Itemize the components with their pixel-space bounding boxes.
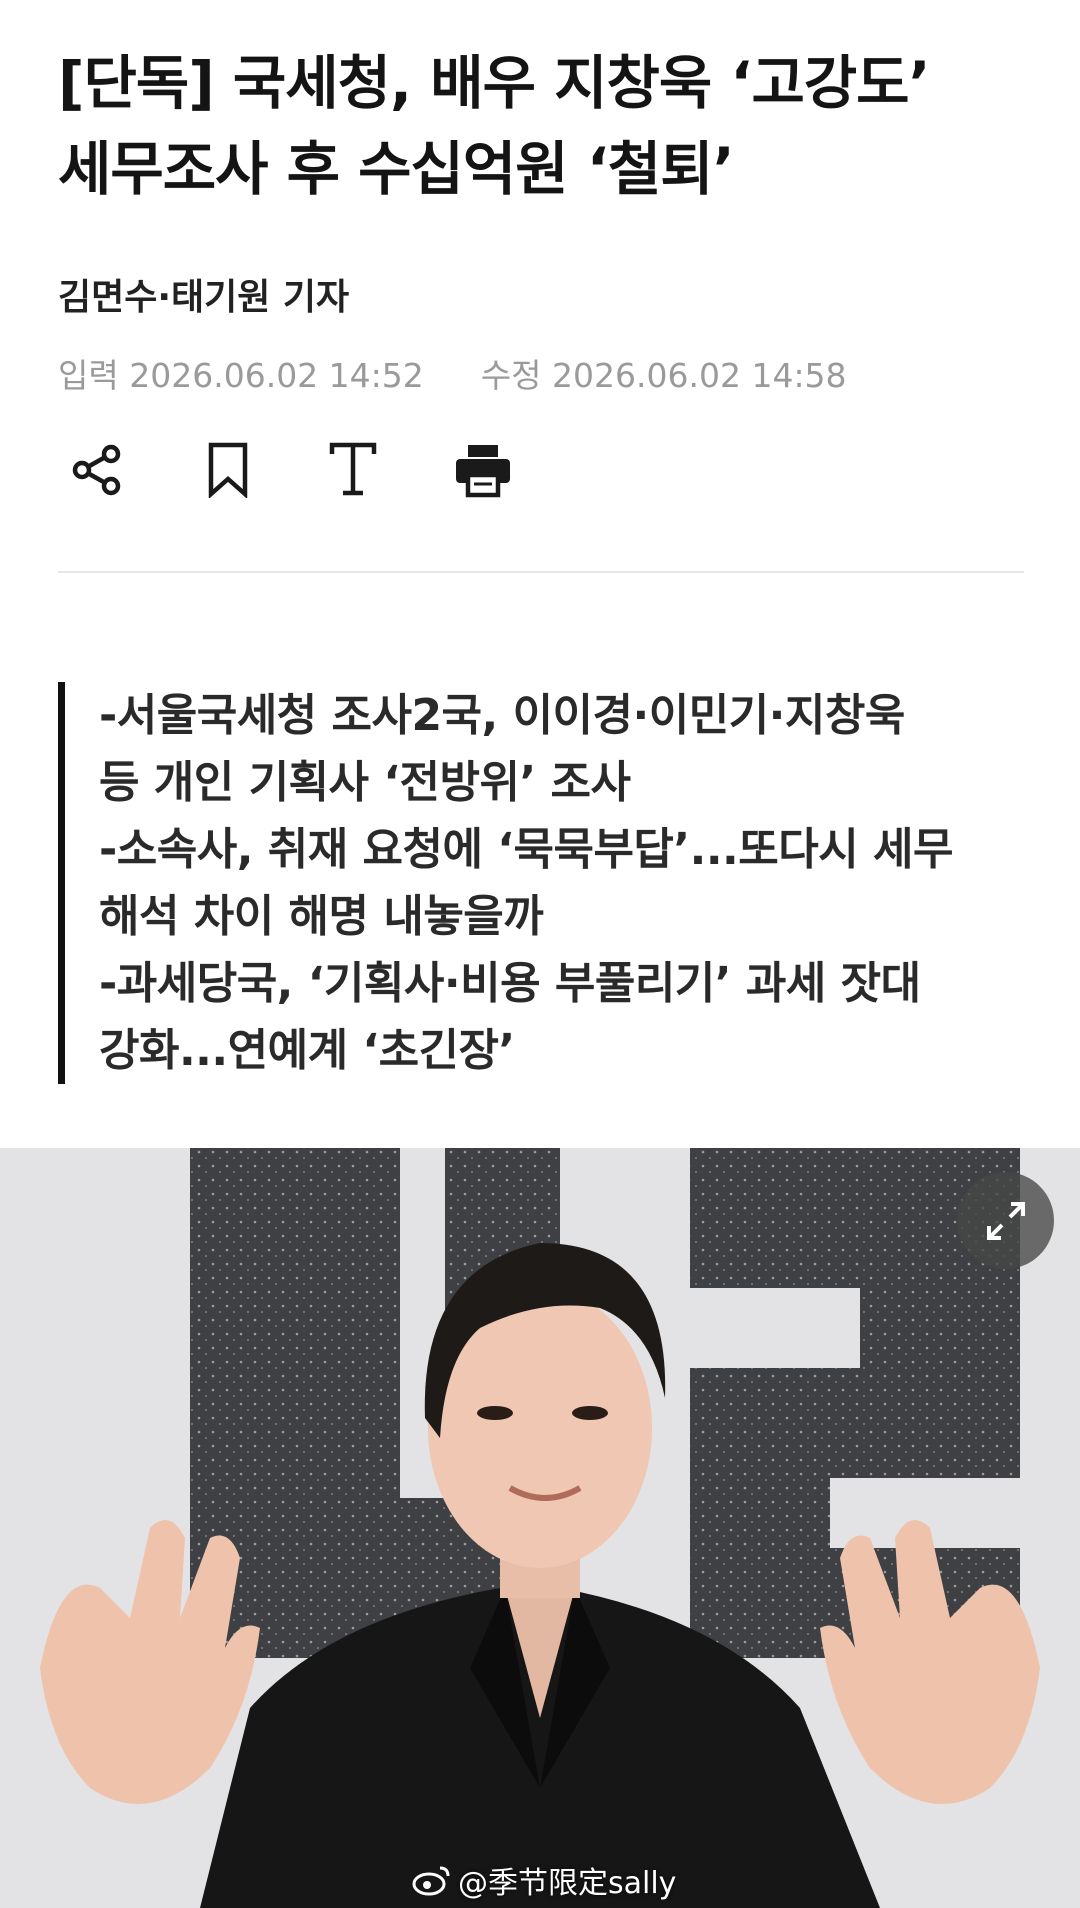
- photo-watermark: @季节限定sally: [412, 1858, 676, 1902]
- summary-line: -소속사, 취재 요청에 ‘묵묵부답’...또다시 세무: [99, 824, 953, 875]
- modified-label: 수정: [480, 356, 542, 395]
- photo-illustration: [0, 1148, 1080, 1908]
- font-size-button[interactable]: [313, 430, 393, 510]
- article-headline: [단독] 국세청, 배우 지창욱 ‘고강도’ 세무조사 후 수십억원 ‘철퇴’: [58, 40, 1048, 212]
- divider: [58, 571, 1024, 573]
- summary-line: 등 개인 기획사 ‘전방위’ 조사: [99, 757, 631, 808]
- bookmark-button[interactable]: [188, 430, 268, 510]
- expand-photo-button[interactable]: [957, 1172, 1054, 1269]
- summary-line: 강화...연예계 ‘초긴장’: [99, 1025, 515, 1076]
- font-size-icon: [329, 442, 377, 496]
- summary-line: -서울국세청 조사2국, 이이경·이민기·지창욱: [99, 690, 905, 741]
- print-icon: [456, 445, 510, 498]
- input-date: 2026.06.02 14:52: [129, 356, 424, 395]
- weibo-icon: [412, 1866, 450, 1896]
- article-photo[interactable]: [0, 1148, 1080, 1908]
- bookmark-icon: [208, 442, 248, 498]
- summary-line: 해석 차이 해명 내놓을까: [99, 891, 544, 942]
- modified-date: 2026.06.02 14:58: [552, 356, 847, 395]
- summary-line: -과세당국, ‘기획사·비용 부풀리기’ 과세 잣대: [99, 958, 921, 1009]
- print-button[interactable]: [443, 430, 523, 510]
- share-icon: [72, 444, 121, 496]
- byline: 김면수·태기원 기자: [58, 277, 350, 318]
- watermark-text: @季节限定sally: [458, 1866, 677, 1901]
- article-dates: 입력 2026.06.02 14:52 수정 2026.06.02 14:58: [58, 349, 847, 397]
- headline-line-2: 세무조사 후 수십억원 ‘철퇴’: [58, 135, 735, 203]
- article-summary: -서울국세청 조사2국, 이이경·이민기·지창욱 등 개인 기획사 ‘전방위’ …: [58, 682, 1079, 1084]
- expand-icon: [986, 1201, 1025, 1240]
- input-label: 입력: [58, 356, 119, 395]
- share-button[interactable]: [58, 430, 138, 510]
- headline-line-1: [단독] 국세청, 배우 지창욱 ‘고강도’: [58, 49, 931, 117]
